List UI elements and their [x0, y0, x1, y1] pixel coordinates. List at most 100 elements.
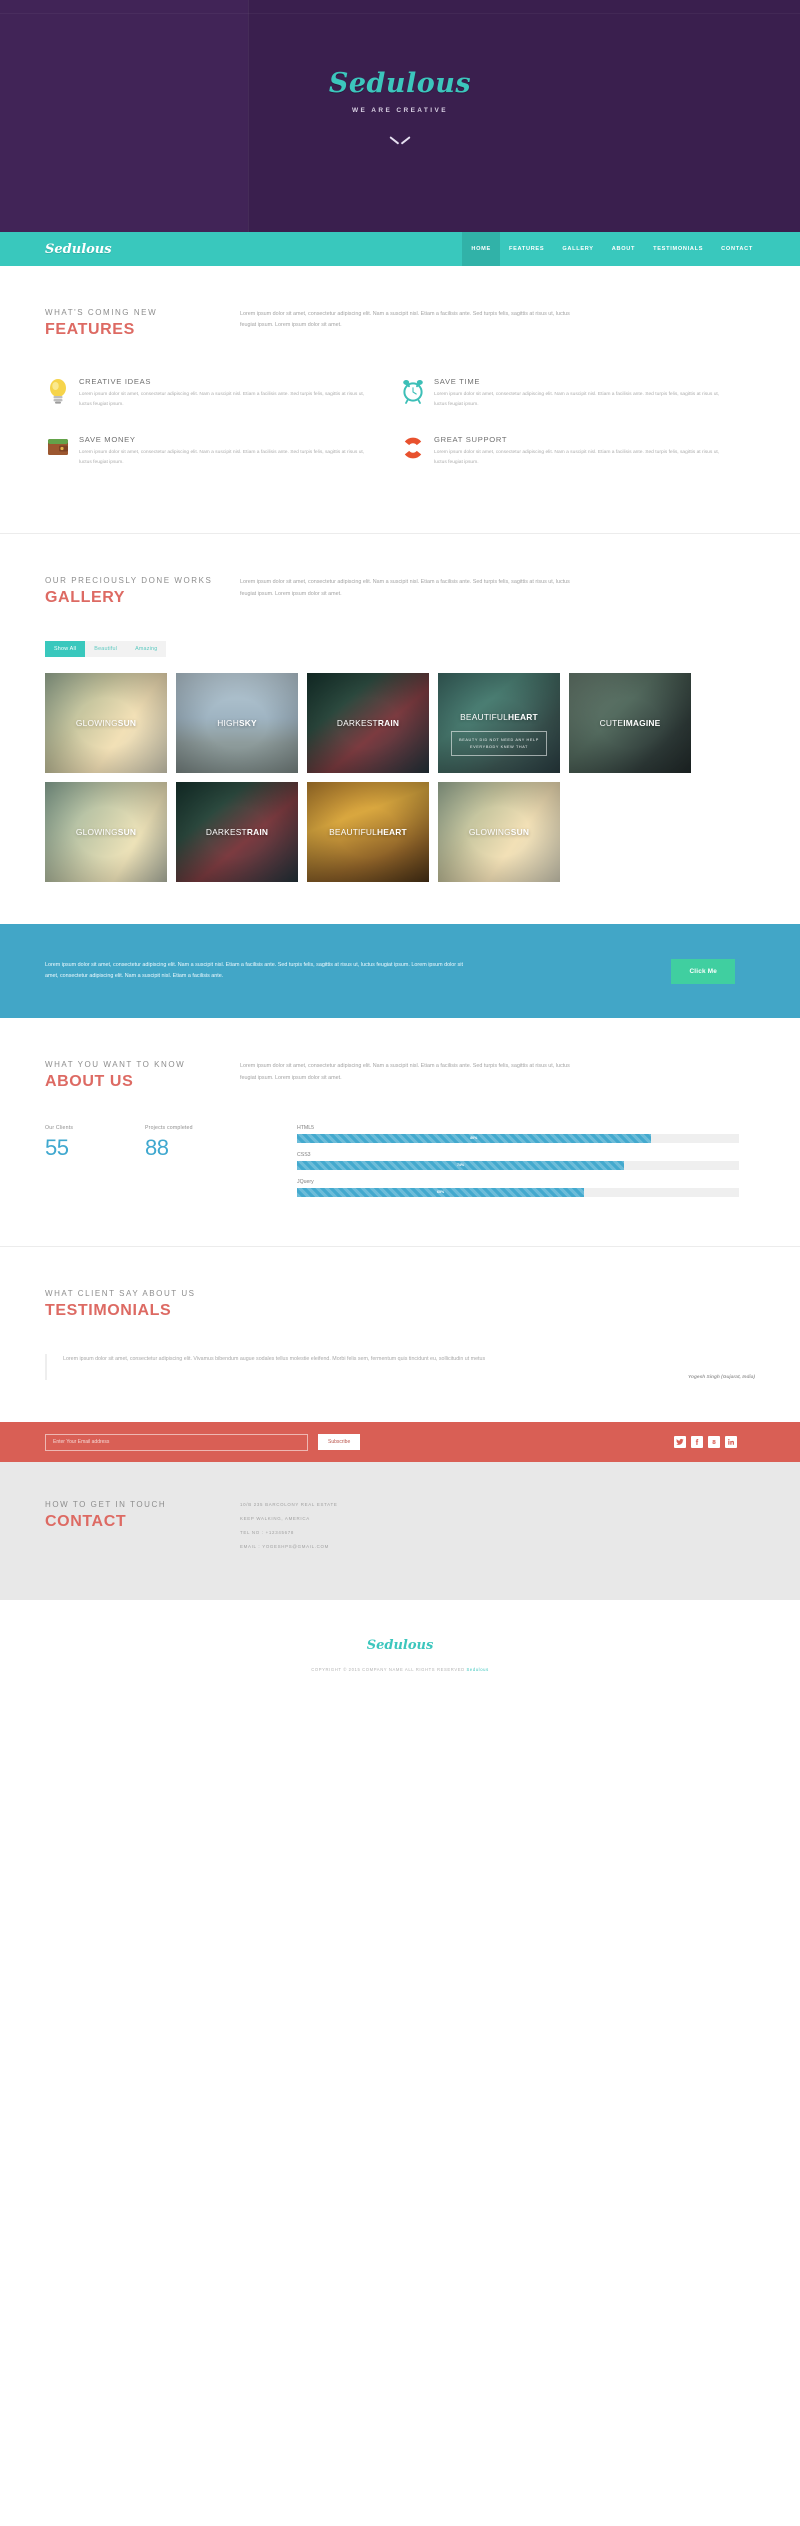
counter-value: 88 [145, 1135, 169, 1161]
gallery-tile[interactable]: HIGHSKY [176, 673, 298, 774]
features-description: Lorem ipsum dolor sit amet, consectetur … [240, 311, 570, 329]
feature-title: CREATIVE IDEAS [79, 377, 152, 386]
testimonials-subtitle: WHAT CLIENT SAY ABOUT US [45, 1289, 196, 1299]
gallery-caption-word2: SKY [238, 718, 257, 729]
counter-label: Projects completed [145, 1125, 193, 1132]
gallery-tile-hovered[interactable]: BEAUTIFULHEART BEAUTY DID NOT NEED ANY H… [438, 673, 560, 774]
nav-item-about[interactable]: ABOUT [603, 232, 644, 266]
gallery-title: GALLERY [45, 589, 126, 607]
gallery-tile[interactable]: GLOWINGSUN [45, 673, 167, 774]
gallery-caption-word2: IMAGINE [623, 718, 661, 729]
testimonial-author: Yogesh Singh (Gujarat, India) [688, 1375, 755, 1381]
hero-tagline: WE ARE CREATIVE [352, 107, 448, 114]
email-input[interactable] [45, 1433, 308, 1451]
skill-percent: 65% [437, 1190, 445, 1195]
gallery-filter-amazing[interactable]: Amazing [126, 641, 167, 658]
about-skill-bars: HTML5 80% CSS3 74% JQuery 65% [297, 1125, 739, 1206]
feature-text: Lorem ipsum dolor sit amet, consectetur … [79, 450, 365, 465]
skill-html5: HTML5 80% [297, 1125, 739, 1144]
features-grid: CREATIVE IDEAS Lorem ipsum dolor sit ame… [45, 377, 755, 493]
chevron-down-icon[interactable] [390, 136, 410, 148]
skill-fill: 74% [297, 1161, 625, 1171]
contact-email-line: EMAIL : YOGESHPS@GMAIL.COM [240, 1544, 330, 1550]
gallery-caption: CUTEIMAGINE [569, 718, 691, 728]
wallet-icon [45, 436, 71, 462]
gallery-hover-description: BEAUTY DID NOT NEED ANY HELP EVERYBODY K… [451, 731, 547, 757]
skill-fill: 65% [297, 1188, 585, 1198]
nav-item-features[interactable]: FEATURES [500, 232, 553, 266]
skill-track: 65% [297, 1188, 739, 1198]
counter-projects-completed: Projects completed 88 [145, 1125, 245, 1206]
social-links: 8 [674, 1436, 737, 1449]
features-subtitle: WHAT'S COMING NEW [45, 308, 158, 317]
gallery-caption-word1: BEAUTIFUL [460, 712, 508, 723]
nav-item-contact[interactable]: CONTACT [712, 232, 762, 266]
nav-item-testimonials[interactable]: TESTIMONIALS [644, 232, 712, 266]
counter-value: 55 [45, 1135, 69, 1161]
linkedin-icon[interactable] [725, 1436, 737, 1449]
about-subtitle: WHAT YOU WANT TO KNOW [45, 1060, 186, 1070]
gallery-caption: DARKESTRAIN [307, 718, 429, 728]
cta-text: Lorem ipsum dolor sit amet, consectetur … [45, 962, 463, 980]
page-root: Sedulous WE ARE CREATIVE Sedulous HOME F… [0, 0, 800, 1691]
subscribe-button[interactable]: Subscribe [318, 1434, 361, 1451]
main-navbar: Sedulous HOME FEATURES GALLERY ABOUT TES… [0, 232, 800, 266]
gallery-tile[interactable]: GLOWINGSUN [438, 782, 560, 883]
skill-jquery: JQuery 65% [297, 1179, 739, 1198]
nav-item-gallery[interactable]: GALLERY [553, 232, 602, 266]
lifebuoy-icon [400, 436, 426, 462]
gallery-caption-word2: HEART [508, 712, 538, 723]
feature-save-money: SAVE MONEY Lorem ipsum dolor sit amet, c… [45, 435, 400, 467]
navbar-menu: HOME FEATURES GALLERY ABOUT TESTIMONIALS… [462, 232, 762, 266]
hero-banner: Sedulous WE ARE CREATIVE [0, 0, 800, 232]
feature-title: SAVE MONEY [79, 435, 136, 445]
gallery-section: OUR PRECIOUSLY DONE WORKS GALLERY Lorem … [0, 534, 800, 924]
skill-track: 80% [297, 1134, 739, 1144]
gallery-tile[interactable]: CUTEIMAGINE [569, 673, 691, 774]
skill-label: JQuery [297, 1179, 314, 1186]
footer-brand-link[interactable]: Sedulous [467, 1667, 489, 1672]
footer-copyright-text: COPYRIGHT © 2015 COMPANY NAME ALL RIGHTS… [311, 1667, 467, 1673]
gallery-filter-show-all[interactable]: Show All [45, 641, 86, 658]
feature-text: Lorem ipsum dolor sit amet, consectetur … [79, 392, 365, 407]
lightbulb-icon [45, 378, 71, 404]
gallery-caption: GLOWINGSUN [45, 827, 167, 837]
gallery-description: Lorem ipsum dolor sit amet, consectetur … [240, 579, 570, 597]
navbar-logo[interactable]: Sedulous [45, 232, 112, 266]
feature-save-time: SAVE TIME Lorem ipsum dolor sit amet, co… [400, 377, 755, 409]
gallery-caption: GLOWINGSUN [45, 718, 167, 728]
gallery-caption: DARKESTRAIN [176, 827, 298, 837]
gallery-caption-word2: SUN [117, 718, 137, 729]
gallery-caption-word2: SUN [510, 827, 530, 838]
nav-item-home[interactable]: HOME [462, 232, 500, 266]
contact-phone-line: TEL NO : +12345678 [240, 1530, 295, 1536]
testimonials-title: TESTIMONIALS [45, 1302, 172, 1320]
feature-title: GREAT SUPPORT [434, 435, 508, 445]
gallery-tile[interactable]: GLOWINGSUN [45, 782, 167, 883]
about-description: Lorem ipsum dolor sit amet, consectetur … [240, 1063, 570, 1081]
facebook-icon[interactable] [691, 1436, 703, 1449]
contact-address-line: 10/B 235 BARCOLONY REAL ESTATE [240, 1502, 338, 1508]
contact-details: 10/B 235 BARCOLONY REAL ESTATE KEEP WALK… [240, 1500, 337, 1558]
gallery-caption: BEAUTIFULHEART [307, 827, 429, 837]
cta-banner: Lorem ipsum dolor sit amet, consectetur … [0, 924, 800, 1019]
gallery-tile[interactable]: DARKESTRAIN [176, 782, 298, 883]
gallery-caption-word1: HIGH [217, 718, 239, 729]
gallery-caption: BEAUTIFULHEART [438, 712, 560, 722]
feature-text: Lorem ipsum dolor sit amet, consectetur … [434, 392, 720, 407]
click-me-button[interactable]: Click Me [671, 958, 735, 984]
gallery-tile[interactable]: BEAUTIFULHEART [307, 782, 429, 883]
gallery-subtitle: OUR PRECIOUSLY DONE WORKS [45, 576, 213, 586]
testimonial-item: Lorem ipsum dolor sit amet, consectetur … [45, 1354, 755, 1381]
google-plus-icon[interactable]: 8 [708, 1436, 720, 1449]
counter-label: Our Clients [45, 1125, 74, 1132]
twitter-icon[interactable] [674, 1436, 686, 1449]
gallery-image [438, 673, 560, 774]
skill-fill: 80% [297, 1134, 651, 1144]
gallery-caption: HIGHSKY [176, 718, 298, 728]
gallery-tile[interactable]: DARKESTRAIN [307, 673, 429, 774]
gallery-filters: Show All Beautiful Amazing [45, 641, 755, 658]
gallery-caption-word2: SUN [117, 827, 137, 838]
gallery-caption-word1: DARKEST [336, 718, 378, 729]
gallery-filter-beautiful[interactable]: Beautiful [85, 641, 127, 658]
